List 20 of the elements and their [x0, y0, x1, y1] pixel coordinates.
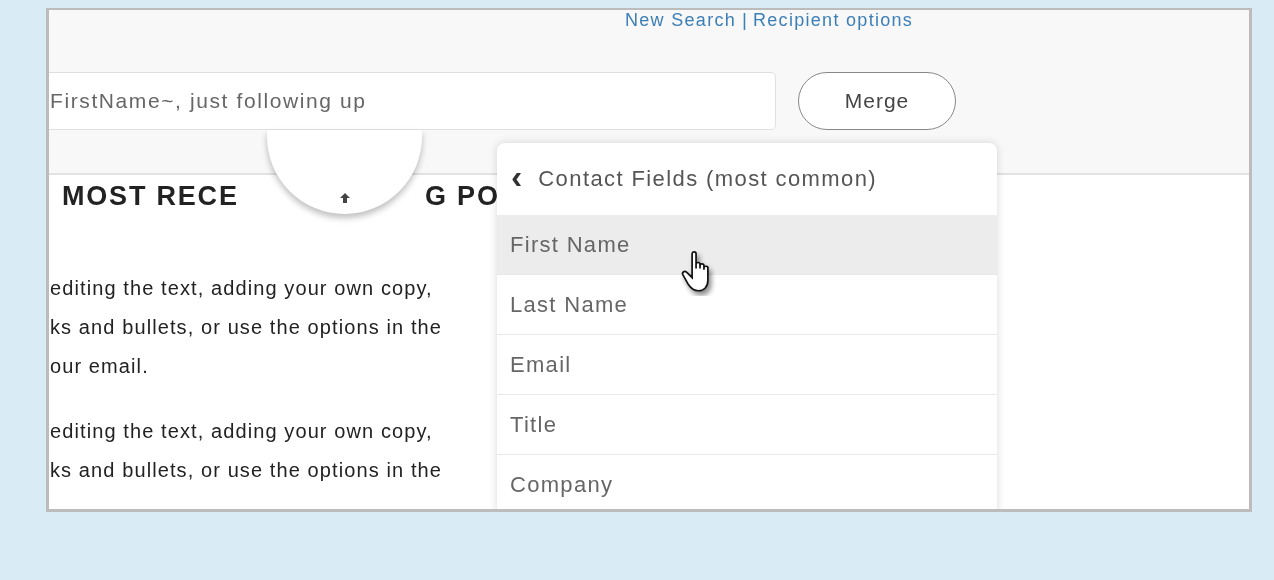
body-text-line: our email.: [49, 354, 149, 379]
subject-field[interactable]: FirstName~, just following up: [49, 72, 776, 130]
body-text-line: ks and bullets, or use the options in the: [49, 315, 442, 340]
body-text-line: editing the text, adding your own copy,: [49, 419, 433, 444]
menu-item[interactable]: Email: [497, 335, 997, 395]
menu-item[interactable]: Company: [497, 455, 997, 509]
menu-item[interactable]: Title: [497, 395, 997, 455]
body-text-line: ks and bullets, or use the options in the: [49, 458, 442, 483]
drag-handle[interactable]: [267, 130, 422, 214]
link-separator: |: [742, 10, 747, 31]
body-text-line: editing the text, adding your own copy,: [49, 276, 433, 301]
heading-text: G PO: [425, 180, 500, 212]
new-search-link[interactable]: New Search: [625, 10, 737, 31]
up-arrow-icon: [338, 192, 351, 204]
merge-button[interactable]: Merge: [798, 72, 956, 130]
heading-text: MOST RECE: [62, 180, 239, 212]
dropdown-title: Contact Fields (most common): [538, 166, 878, 192]
recipient-options-link[interactable]: Recipient options: [753, 10, 914, 31]
back-icon[interactable]: ‹: [511, 159, 523, 193]
menu-item[interactable]: First Name: [497, 215, 997, 275]
